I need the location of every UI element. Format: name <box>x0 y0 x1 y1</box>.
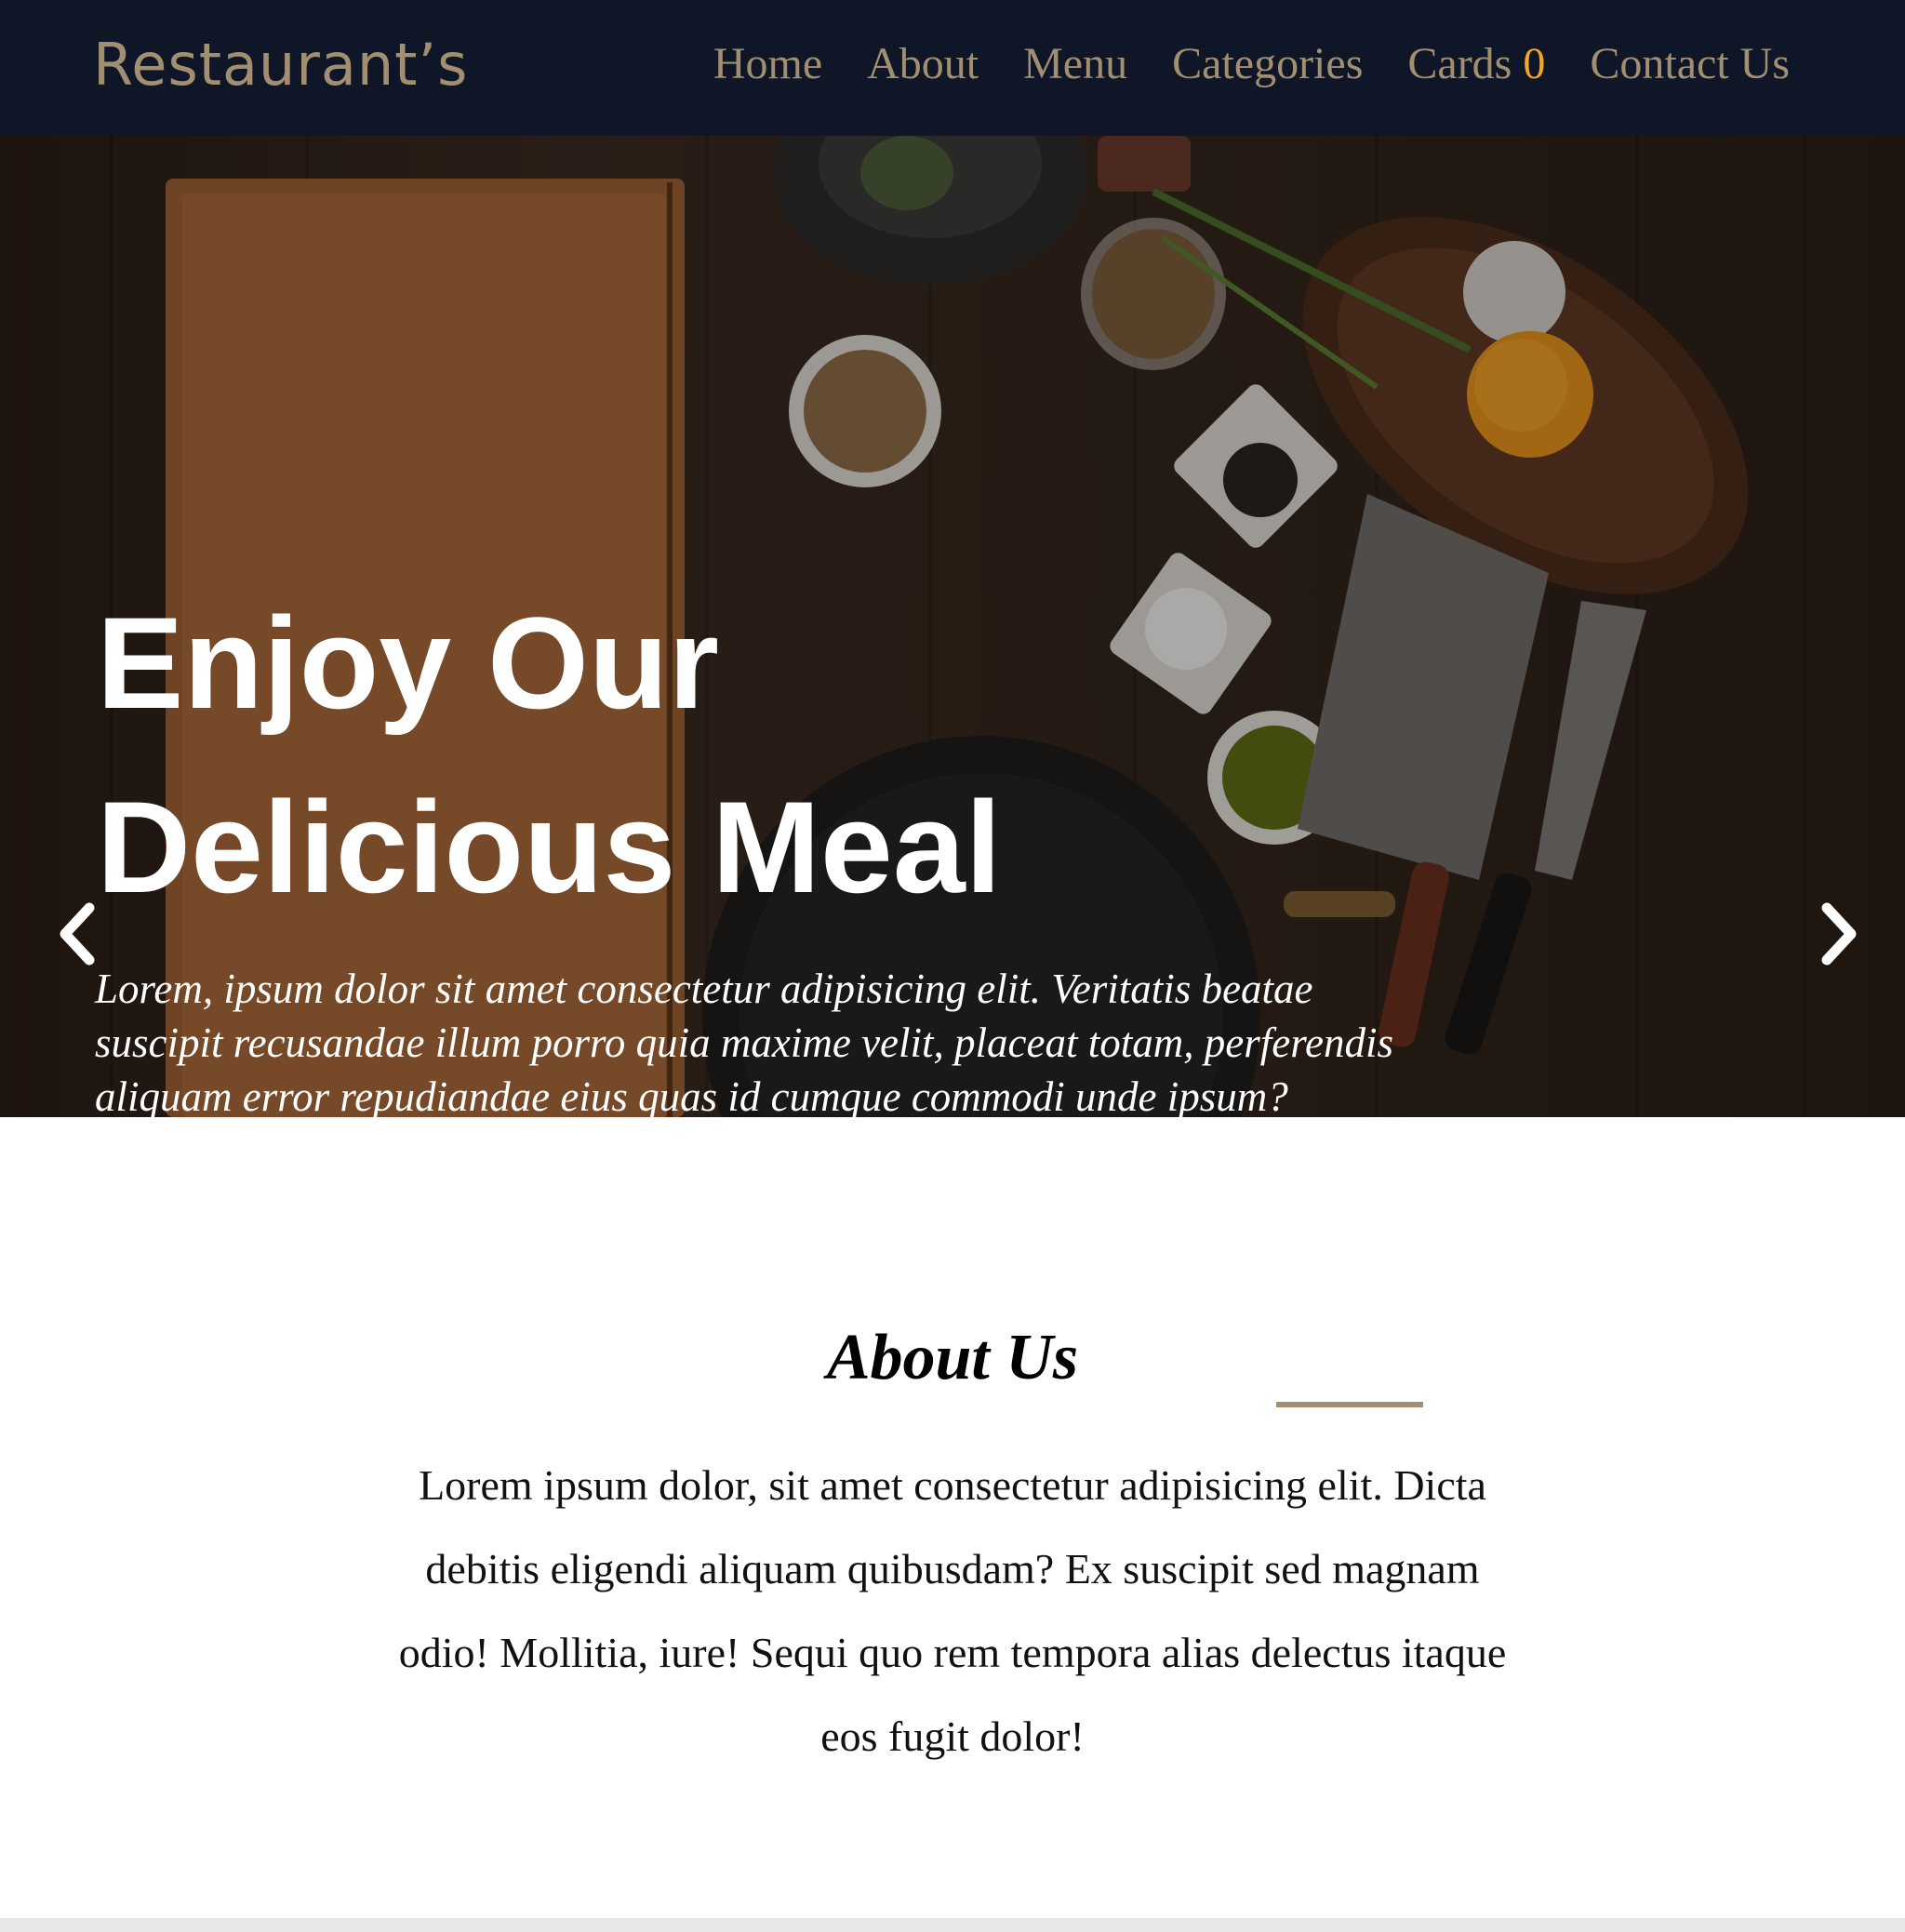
nav-link-about[interactable]: About <box>867 33 979 95</box>
hero-carousel: Enjoy Our Delicious Meal Lorem, ipsum do… <box>0 136 1905 1117</box>
about-title: About Us <box>826 1322 1079 1393</box>
carousel-prev-button[interactable] <box>50 897 106 971</box>
nav-link-menu[interactable]: Menu <box>1023 33 1127 95</box>
hero-title: Enjoy Our Delicious Meal <box>97 590 1002 920</box>
brand-logo[interactable]: Restaurant’s <box>93 28 468 102</box>
chevron-right-icon <box>1821 902 1857 966</box>
next-section-edge <box>0 1918 1905 1932</box>
about-title-underline <box>1276 1402 1423 1407</box>
chevron-left-icon <box>60 902 95 966</box>
nav-link-contact[interactable]: Contact Us <box>1590 33 1790 95</box>
nav-link-cards-label: Cards <box>1407 39 1512 88</box>
navbar: Restaurant’s Home About Menu Categories … <box>0 0 1905 136</box>
hero-description: Lorem, ipsum dolor sit amet consectetur … <box>95 966 1394 1117</box>
nav-link-home[interactable]: Home <box>713 33 822 95</box>
carousel-next-button[interactable] <box>1810 897 1866 971</box>
nav-link-cards[interactable]: Cards 0 <box>1407 33 1545 95</box>
about-description: Lorem ipsum dolor, sit amet consectetur … <box>398 1461 1507 1760</box>
nav-link-categories[interactable]: Categories <box>1172 33 1363 95</box>
cart-count-badge: 0 <box>1523 39 1546 88</box>
nav-links: Home About Menu Categories Cards 0 Conta… <box>713 33 1790 95</box>
